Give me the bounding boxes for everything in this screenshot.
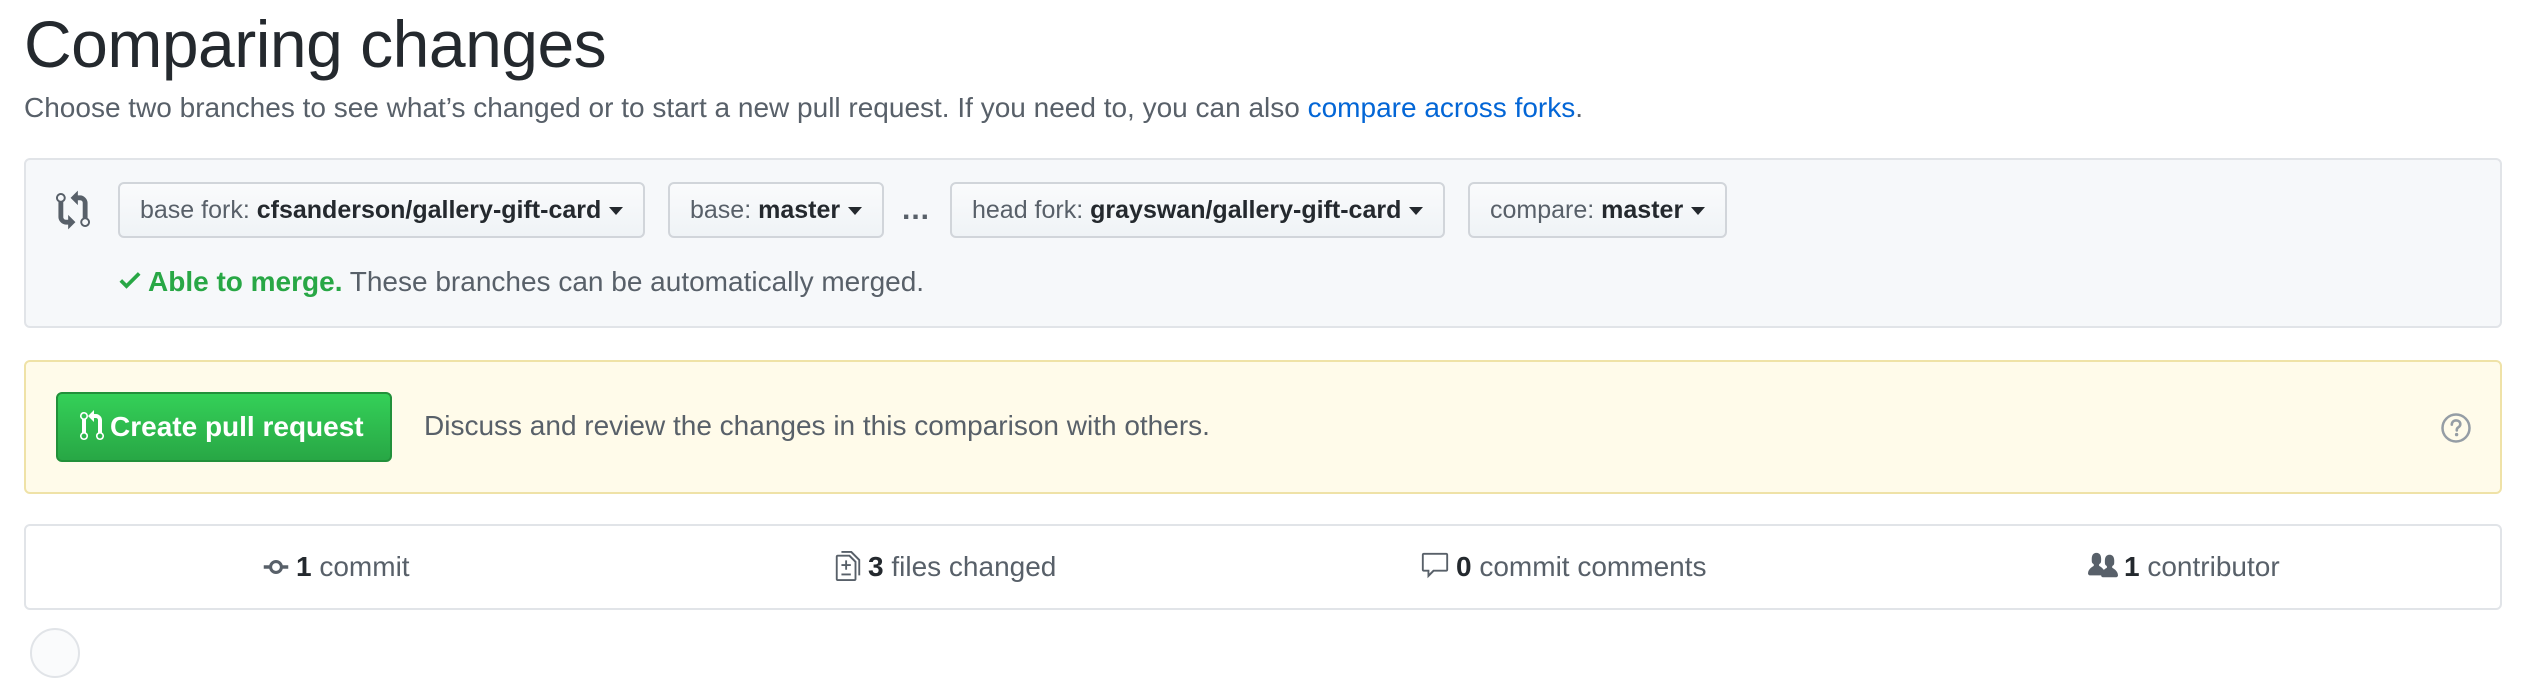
- check-icon: [119, 272, 141, 289]
- files-changed-stat[interactable]: 3 files changed: [834, 526, 1056, 608]
- base-value: master: [758, 196, 841, 224]
- git-compare-icon: [56, 190, 90, 230]
- files-count: 3: [868, 551, 884, 582]
- comparison-summary: 1 commit 3 files changed 0 commit commen…: [24, 524, 2502, 610]
- comments-count: 0: [1456, 551, 1472, 582]
- commits-label: commit: [311, 551, 410, 582]
- subtitle-text: Choose two branches to see what’s change…: [24, 92, 1308, 123]
- page-title: Comparing changes: [24, 7, 607, 81]
- contributors-count: 1: [2124, 551, 2140, 582]
- pr-description: Discuss and review the changes in this c…: [424, 410, 1210, 441]
- subtitle-end: .: [1575, 92, 1584, 123]
- base-fork-label: base fork:: [140, 196, 250, 224]
- people-icon: [2088, 552, 2118, 578]
- head-fork-select[interactable]: head fork: grayswan/gallery-gift-card: [950, 182, 1446, 238]
- compare-across-forks-link[interactable]: compare across forks: [1308, 92, 1576, 123]
- create-pr-notice: Create pull request Discuss and review t…: [24, 360, 2502, 494]
- create-pull-request-button[interactable]: Create pull request: [56, 392, 392, 462]
- chevron-down-icon: [848, 207, 863, 216]
- comments-label: commit comments: [1471, 551, 1707, 582]
- git-commit-icon: [263, 560, 289, 574]
- merge-ok-label: Able to merge.: [148, 266, 343, 297]
- question-icon[interactable]: [2440, 412, 2472, 444]
- chevron-down-icon: [609, 207, 624, 216]
- merge-status: Able to merge. These branches can be aut…: [116, 262, 924, 302]
- files-label: files changed: [883, 551, 1057, 582]
- git-pull-request-icon: [80, 410, 104, 440]
- head-fork-value: grayswan/gallery-gift-card: [1090, 196, 1402, 224]
- commit-comments-stat[interactable]: 0 commit comments: [1420, 526, 1707, 608]
- merge-status-text: These branches can be automatically merg…: [342, 266, 925, 297]
- create-pull-request-label: Create pull request: [110, 411, 364, 442]
- comment-icon: [1421, 552, 1449, 579]
- base-fork-select[interactable]: base fork: cfsanderson/gallery-gift-card: [118, 182, 646, 238]
- compare-value: master: [1601, 196, 1684, 224]
- commits-stat[interactable]: 1 commit: [262, 526, 410, 608]
- contributors-label: contributor: [2139, 551, 2280, 582]
- avatar: [30, 628, 80, 678]
- chevron-down-icon: [1409, 207, 1424, 216]
- compare-branch-select[interactable]: compare: master: [1468, 182, 1728, 238]
- file-diff-icon: [835, 551, 861, 581]
- compare-label: compare:: [1490, 196, 1595, 224]
- base-branch-select[interactable]: base: master: [668, 182, 885, 238]
- base-fork-value: cfsanderson/gallery-gift-card: [256, 196, 602, 224]
- contributors-stat[interactable]: 1 contributor: [2088, 526, 2280, 608]
- base-label: base:: [690, 196, 752, 224]
- chevron-down-icon: [1691, 207, 1706, 216]
- head-fork-label: head fork:: [972, 196, 1084, 224]
- range-ellipsis: ...: [902, 193, 931, 226]
- commits-count: 1: [296, 551, 312, 582]
- page-subtitle: Choose two branches to see what’s change…: [24, 88, 1583, 128]
- range-editor: base fork: cfsanderson/gallery-gift-card…: [24, 158, 2502, 328]
